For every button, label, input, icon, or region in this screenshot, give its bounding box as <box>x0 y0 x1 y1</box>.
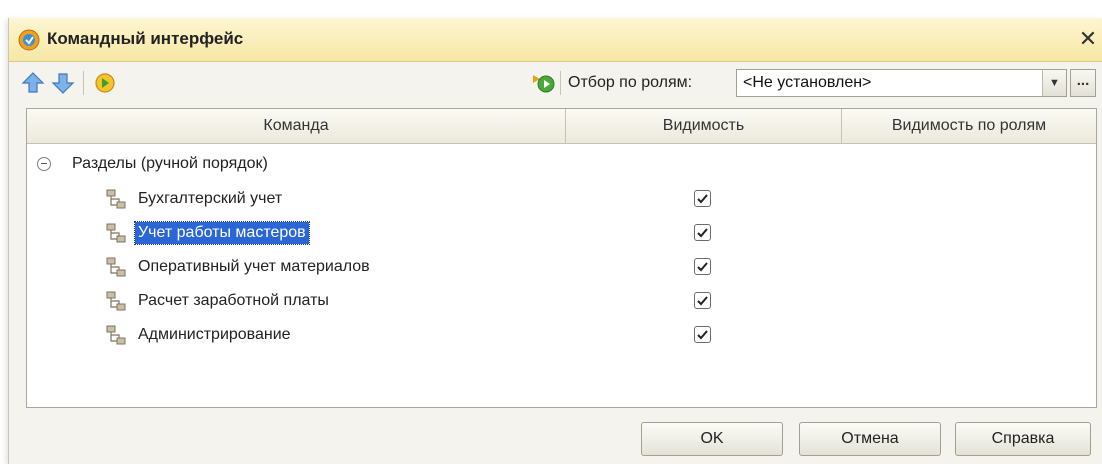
visibility-checkbox[interactable] <box>694 292 711 309</box>
table-row[interactable]: Оперативный учет материалов <box>27 250 1096 284</box>
command-label: Оперативный учет материалов <box>138 258 370 275</box>
subsystem-icon <box>106 189 126 209</box>
role-filter-select[interactable]: <Не установлен> ▼ <box>736 69 1067 97</box>
visibility-checkbox[interactable] <box>694 224 711 241</box>
app-icon <box>18 29 40 51</box>
run-icon[interactable] <box>529 69 557 97</box>
group-label: Разделы (ручной порядок) <box>72 155 268 172</box>
command-label: Расчет заработной платы <box>138 292 329 309</box>
subsystem-icon <box>106 223 126 243</box>
role-filter-value: <Не установлен> <box>743 74 872 91</box>
command-label: Администрирование <box>138 326 291 343</box>
help-button[interactable]: Справка <box>955 422 1091 456</box>
check-icon <box>697 194 708 204</box>
chevron-down-icon[interactable]: ▼ <box>1042 70 1066 96</box>
visibility-checkbox[interactable] <box>694 326 711 343</box>
arrow-up-icon[interactable] <box>19 69 47 97</box>
column-header-visibility-by-roles[interactable]: Видимость по ролям <box>842 109 1096 143</box>
arrow-down-icon[interactable] <box>49 69 77 97</box>
command-interface-dialog: Командный интерфейс ✕ Отбор по ролям: <Н… <box>8 18 1102 464</box>
check-icon <box>697 262 708 272</box>
title-bar: Командный интерфейс ✕ <box>9 18 1102 62</box>
check-icon <box>697 228 708 238</box>
ok-button[interactable]: OK <box>641 422 783 456</box>
table-row[interactable]: Администрирование <box>27 318 1096 352</box>
visibility-checkbox[interactable] <box>694 190 711 207</box>
column-header-visibility[interactable]: Видимость <box>566 109 842 143</box>
subsystem-icon <box>106 325 126 345</box>
collapse-icon[interactable] <box>37 157 51 171</box>
check-icon <box>697 296 708 306</box>
subsystem-icon <box>106 257 126 277</box>
table-row[interactable]: Расчет заработной платы <box>27 284 1096 318</box>
tree-group-row[interactable]: Разделы (ручной порядок) <box>27 147 1096 181</box>
toolbar-separator <box>83 71 84 95</box>
column-header-command[interactable]: Команда <box>27 109 566 143</box>
table-row[interactable]: Бухгалтерский учет <box>27 182 1096 216</box>
subsystem-icon <box>106 291 126 311</box>
toolbar-separator <box>560 71 561 95</box>
table-row[interactable]: Учет работы мастеров <box>27 216 1096 250</box>
check-icon <box>697 330 708 340</box>
cancel-button[interactable]: Отмена <box>799 422 941 456</box>
role-filter-label: Отбор по ролям: <box>568 74 693 91</box>
window-title: Командный интерфейс <box>47 29 244 48</box>
visibility-checkbox[interactable] <box>694 258 711 275</box>
commands-table: Команда Видимость Видимость по ролям Раз… <box>26 108 1097 408</box>
table-header: Команда Видимость Видимость по ролям <box>27 109 1096 144</box>
toolbar: Отбор по ролям: <Не установлен> ▼ ... <box>9 63 1102 101</box>
close-button[interactable]: ✕ <box>1076 26 1100 52</box>
refresh-icon[interactable] <box>91 69 119 97</box>
command-label: Бухгалтерский учет <box>138 190 283 207</box>
role-filter-choose-button[interactable]: ... <box>1070 69 1096 97</box>
command-label: Учет работы мастеров <box>134 221 310 245</box>
